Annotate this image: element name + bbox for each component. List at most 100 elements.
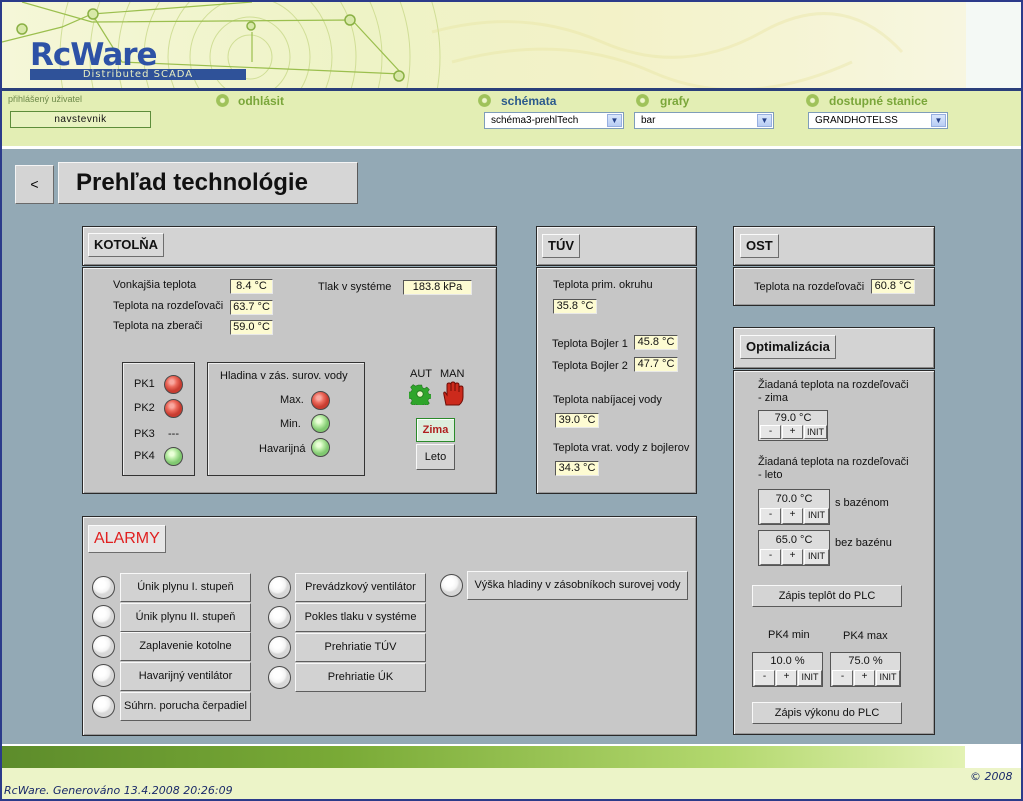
- grafy-bullet-icon: [636, 94, 649, 107]
- nopool-minus-button[interactable]: -: [760, 549, 781, 565]
- pool-setpoint-value: 70.0 °C: [775, 493, 813, 505]
- alarm-tuv-overheat[interactable]: Prehriatie TÚV: [295, 633, 426, 662]
- grafy-select[interactable]: bar ▼: [634, 112, 774, 129]
- pk4-min-init-button[interactable]: INIT: [798, 670, 822, 686]
- winter-mode-button[interactable]: Zima: [416, 418, 455, 442]
- alarm-indicator: [92, 664, 115, 687]
- user-field: navstevnik: [10, 111, 151, 128]
- pk3-value: ---: [168, 428, 179, 440]
- alarms-title: ALARMY: [88, 525, 166, 553]
- write-temps-button[interactable]: Zápis teplôt do PLC: [752, 585, 902, 607]
- alarm-indicator: [92, 605, 115, 628]
- return-water-temp-label: Teplota vrat. vody z bojlerov: [553, 442, 690, 454]
- alarm-gas-leak-1[interactable]: Únik plynu I. stupeň: [120, 573, 251, 602]
- grafy-select-value: bar: [641, 115, 656, 126]
- chevron-down-icon: ▼: [931, 114, 946, 127]
- summer-setpoint-label: Žiadaná teplota na rozdeľovači: [758, 456, 909, 468]
- nopool-plus-button[interactable]: +: [782, 549, 803, 565]
- collector-temp-value: 59.0 °C: [230, 320, 273, 335]
- winter-setpoint-value: 79.0 °C: [774, 412, 812, 424]
- winter-minus-button[interactable]: -: [760, 425, 781, 439]
- pk4-max-plus-button[interactable]: +: [854, 670, 875, 686]
- pk4-max-minus-button[interactable]: -: [832, 670, 853, 686]
- logo-tagline: Distributed SCADA: [30, 69, 246, 80]
- winter-setpoint-spinner: 79.0 °C - + INIT: [758, 410, 828, 441]
- schemata-select[interactable]: schéma3-prehlTech ▼: [484, 112, 624, 129]
- pk4-min-label: PK4 min: [768, 629, 810, 641]
- alarm-indicator: [440, 574, 463, 597]
- pk4-max-spinner: 75.0 % - + INIT: [830, 652, 901, 687]
- ost-distributor-temp-value: 60.8 °C: [871, 279, 915, 294]
- stations-label: dostupné stanice: [829, 94, 928, 108]
- alarm-indicator: [268, 606, 291, 629]
- pressure-value: 183.8 kPa: [403, 280, 472, 295]
- ost-distributor-temp-label: Teplota na rozdeľovači: [754, 281, 865, 293]
- pk4-min-value: 10.0 %: [770, 655, 805, 667]
- level-emergency-indicator: [311, 438, 330, 457]
- summer-mode-button[interactable]: Leto: [416, 444, 455, 470]
- stations-select-value: GRANDHOTELSS: [815, 115, 898, 126]
- write-power-button[interactable]: Zápis výkonu do PLC: [752, 702, 902, 724]
- footer-green-bar: [2, 746, 965, 768]
- rcware-logo: RcWare: [30, 37, 158, 73]
- alarm-indicator: [268, 636, 291, 659]
- hand-stop-icon[interactable]: [441, 381, 465, 407]
- winter-init-button[interactable]: INIT: [804, 425, 827, 439]
- distributor-temp-value: 63.7 °C: [230, 300, 273, 315]
- kotolna-title: KOTOLŇA: [88, 233, 165, 257]
- pk4-min-plus-button[interactable]: +: [776, 670, 797, 686]
- summer-setpoint-label-2: - leto: [758, 469, 783, 481]
- boiler1-temp-label: Teplota Bojler 1: [552, 338, 628, 350]
- pk-frame: [122, 362, 195, 476]
- pool-label: s bazénom: [835, 497, 889, 509]
- alarm-operating-fan[interactable]: Prevádzkový ventilátor: [295, 573, 426, 602]
- pool-minus-button[interactable]: -: [760, 508, 781, 524]
- pk4-max-init-button[interactable]: INIT: [876, 670, 900, 686]
- schemata-bullet-icon: [478, 94, 491, 107]
- collector-temp-label: Teplota na zberači: [113, 320, 203, 332]
- nopool-label: bez bazénu: [835, 537, 892, 549]
- prim-temp-value: 35.8 °C: [553, 299, 597, 314]
- water-level-title: Hladina v zás. surov. vody: [220, 370, 348, 382]
- alarm-uk-overheat[interactable]: Prehriatie ÚK: [295, 663, 426, 692]
- alarm-indicator: [92, 576, 115, 599]
- pk4-label: PK4: [134, 450, 155, 462]
- stations-select[interactable]: GRANDHOTELSS ▼: [808, 112, 948, 129]
- winter-plus-button[interactable]: +: [782, 425, 803, 439]
- pool-init-button[interactable]: INIT: [804, 508, 829, 524]
- aut-label: AUT: [410, 368, 432, 380]
- gear-icon[interactable]: [409, 383, 431, 405]
- ost-title: OST: [740, 234, 779, 258]
- pk3-label: PK3: [134, 428, 155, 440]
- banner-right-panel: [966, 2, 1021, 88]
- level-emergency-label: Havarijná: [259, 443, 306, 455]
- pk4-min-minus-button[interactable]: -: [754, 670, 775, 686]
- boiler2-temp-label: Teplota Bojler 2: [552, 360, 628, 372]
- back-button[interactable]: <: [15, 165, 54, 204]
- pk2-indicator: [164, 399, 183, 418]
- level-min-indicator: [311, 414, 330, 433]
- alarm-emergency-fan[interactable]: Havarijný ventilátor: [120, 662, 251, 691]
- man-label: MAN: [440, 368, 465, 380]
- page-title: Prehľad technológie: [58, 162, 358, 204]
- alarm-pump-failure[interactable]: Súhrn. porucha čerpadiel: [120, 692, 251, 721]
- pk4-indicator: [164, 447, 183, 466]
- alarm-gas-leak-2[interactable]: Únik plynu II. stupeň: [120, 603, 251, 632]
- alarm-indicator: [92, 635, 115, 658]
- pool-plus-button[interactable]: +: [782, 508, 803, 524]
- nopool-init-button[interactable]: INIT: [804, 549, 829, 565]
- logout-link[interactable]: odhlásit: [238, 94, 284, 108]
- pk4-max-value: 75.0 %: [848, 655, 883, 667]
- schemata-label: schémata: [501, 94, 557, 108]
- alarm-indicator: [268, 666, 291, 689]
- alarm-flooding[interactable]: Zaplavenie kotolne: [120, 632, 251, 661]
- logout-bullet-icon: [216, 94, 229, 107]
- alarm-pressure-drop[interactable]: Pokles tlaku v systéme: [295, 603, 426, 632]
- pressure-label: Tlak v systéme: [318, 281, 392, 293]
- nopool-setpoint-spinner: 65.0 °C - + INIT: [758, 530, 830, 566]
- charge-water-temp-label: Teplota nabíjacej vody: [553, 394, 662, 406]
- tuv-title: TÚV: [542, 234, 580, 258]
- user-label: přihlášený uživatel: [8, 94, 83, 104]
- alarm-water-level[interactable]: Výška hladiny v zásobníkoch surovej vody: [467, 571, 688, 600]
- prim-temp-label: Teplota prim. okruhu: [553, 279, 653, 291]
